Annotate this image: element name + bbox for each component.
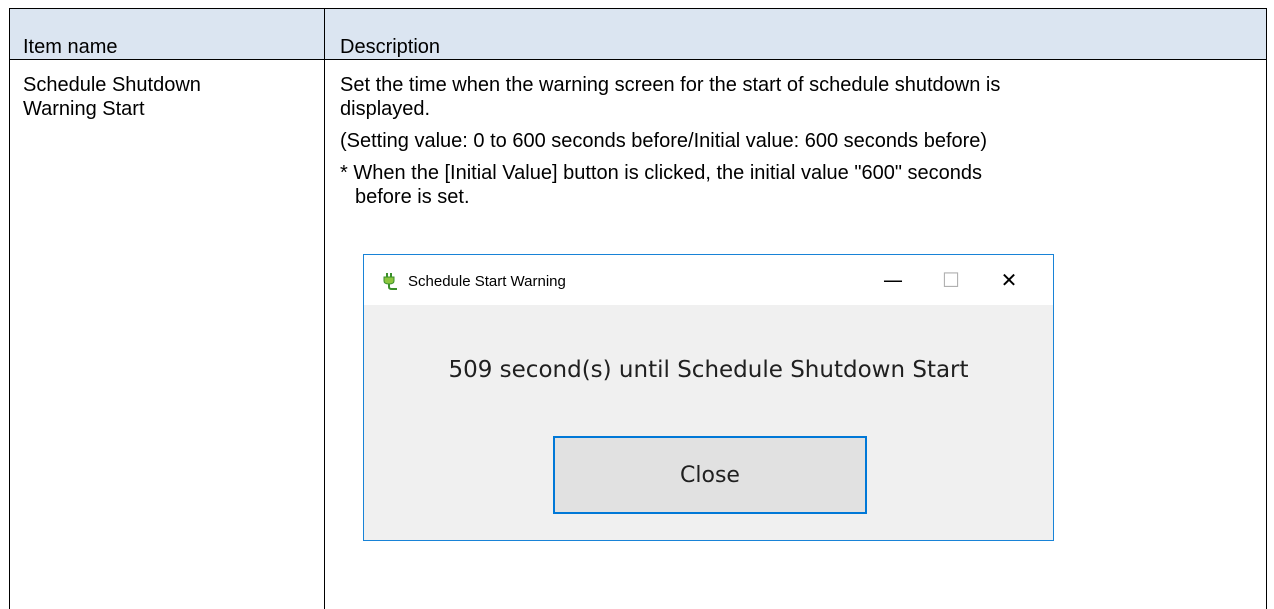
maximize-button[interactable]: ☐ [928,255,974,305]
dialog-titlebar[interactable]: Schedule Start Warning — ☐ ✕ [364,255,1053,305]
description-line: before is set. [355,186,470,208]
item-name-line: Warning Start [23,98,145,120]
table-header-row: Item name Description [10,9,1266,60]
minimize-button[interactable]: — [870,255,916,305]
description-line: displayed. [340,98,431,120]
header-description: Description [340,36,441,58]
schedule-start-warning-dialog: Schedule Start Warning — ☐ ✕ 509 second(… [363,254,1054,541]
close-button[interactable]: Close [553,436,867,514]
window-close-button[interactable]: ✕ [986,255,1032,305]
dialog-title: Schedule Start Warning [408,273,566,290]
plug-icon [381,272,399,290]
description-line: Set the time when the warning screen for… [340,74,1001,96]
item-name-cell: Schedule Shutdown Warning Start [23,73,313,121]
column-divider [324,9,325,609]
description-line: (Setting value: 0 to 600 seconds before/… [340,130,988,152]
countdown-message: 509 second(s) until Schedule Shutdown St… [448,357,969,383]
description-line: * When the [Initial Value] button is cli… [340,162,982,184]
item-name-line: Schedule Shutdown [23,74,201,96]
header-item-name: Item name [23,36,118,58]
